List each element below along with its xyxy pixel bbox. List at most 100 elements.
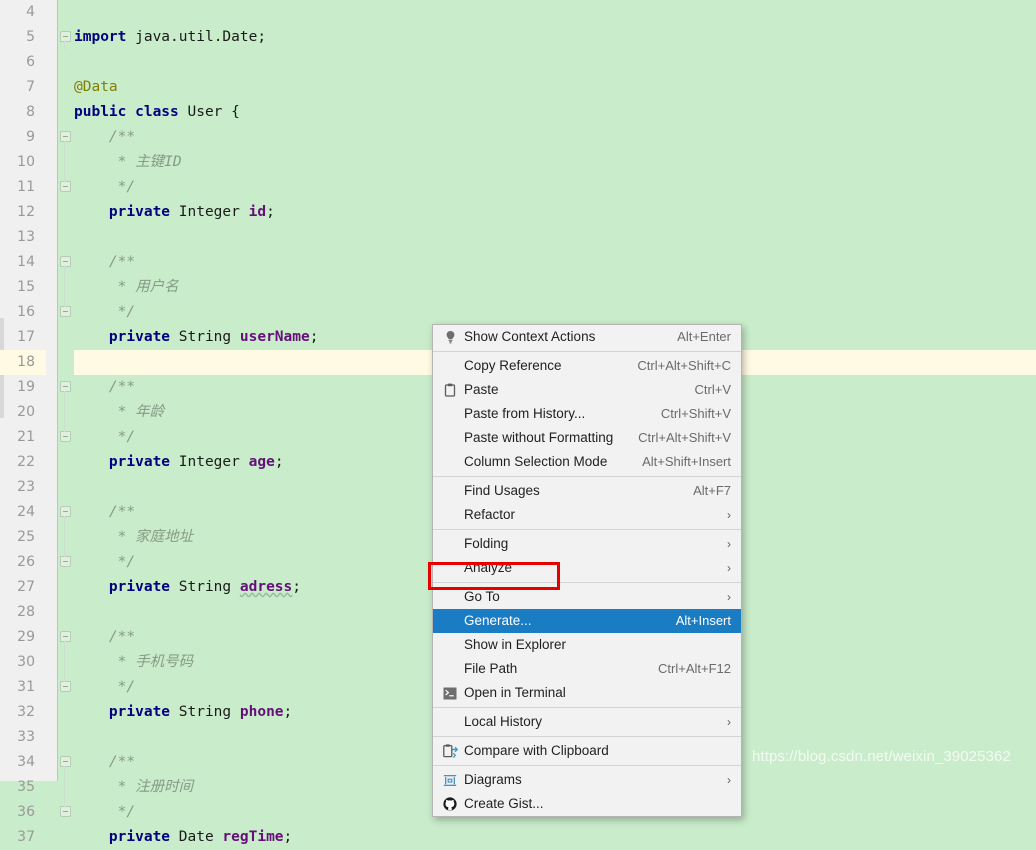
fold-guide-line[interactable]: [58, 150, 74, 175]
line-number: 20: [0, 400, 46, 425]
line-number: 34: [0, 750, 46, 775]
code-line[interactable]: 8public class User {: [0, 100, 1036, 125]
menu-item-paste[interactable]: PasteCtrl+V: [433, 378, 741, 402]
menu-item-open-in-terminal[interactable]: Open in Terminal: [433, 681, 741, 705]
fold-collapse-icon[interactable]: [58, 500, 74, 525]
menu-item-icon-empty: [441, 358, 459, 374]
fold-end-icon[interactable]: [58, 675, 74, 700]
menu-item-column-selection-mode[interactable]: Column Selection ModeAlt+Shift+Insert: [433, 450, 741, 474]
code-line[interactable]: 11 */: [0, 175, 1036, 200]
code-token: regTime: [222, 829, 283, 845]
code-token: Integer: [170, 454, 249, 470]
line-number: 32: [0, 700, 46, 725]
code-text: * 用户名: [74, 275, 1036, 300]
code-token: id: [249, 204, 266, 220]
menu-item-copy-reference[interactable]: Copy ReferenceCtrl+Alt+Shift+C: [433, 354, 741, 378]
fold-end-icon[interactable]: [58, 550, 74, 575]
code-text: private Date regTime;: [74, 825, 1036, 850]
code-line[interactable]: 14 /**: [0, 250, 1036, 275]
menu-item-label: Analyze: [464, 556, 713, 580]
code-line[interactable]: 10 * 主键ID: [0, 150, 1036, 175]
compare-clipboard-icon: [441, 743, 459, 759]
lightbulb-icon: [441, 329, 459, 345]
fold-guide-line[interactable]: [58, 400, 74, 425]
fold-guide-line[interactable]: [58, 525, 74, 550]
fold-collapse-icon[interactable]: [58, 375, 74, 400]
code-line[interactable]: 16 */: [0, 300, 1036, 325]
menu-item-generate[interactable]: Generate...Alt+Insert: [433, 609, 741, 633]
fold-collapse-icon[interactable]: [58, 625, 74, 650]
code-line[interactable]: 9 /**: [0, 125, 1036, 150]
menu-item-analyze[interactable]: Analyze›: [433, 556, 741, 580]
line-number: 37: [0, 825, 46, 850]
menu-item-go-to[interactable]: Go To›: [433, 585, 741, 609]
line-number: 8: [0, 100, 46, 125]
menu-item-icon-empty: [441, 454, 459, 470]
menu-item-create-gist[interactable]: Create Gist...: [433, 792, 741, 816]
fold-end-icon[interactable]: [58, 425, 74, 450]
code-line[interactable]: 13: [0, 225, 1036, 250]
code-token: */: [74, 804, 135, 820]
fold-guide-line[interactable]: [58, 275, 74, 300]
fold-end-icon[interactable]: [58, 175, 74, 200]
menu-separator: [433, 476, 741, 477]
code-line[interactable]: 15 * 用户名: [0, 275, 1036, 300]
fold-guide-line[interactable]: [58, 775, 74, 800]
code-token: ;: [310, 329, 319, 345]
menu-item-paste-from-history[interactable]: Paste from History...Ctrl+Shift+V: [433, 402, 741, 426]
chevron-right-icon: ›: [727, 768, 731, 792]
menu-item-find-usages[interactable]: Find UsagesAlt+F7: [433, 479, 741, 503]
menu-item-compare-with-clipboard[interactable]: Compare with Clipboard: [433, 739, 741, 763]
menu-item-diagrams[interactable]: Diagrams›: [433, 768, 741, 792]
code-token: Date: [170, 829, 222, 845]
menu-item-label: Paste without Formatting: [464, 426, 624, 450]
code-line[interactable]: 5import java.util.Date;: [0, 25, 1036, 50]
line-number: 26: [0, 550, 46, 575]
code-token: * 用户名: [74, 279, 179, 295]
fold-collapse-icon[interactable]: [58, 750, 74, 775]
code-line[interactable]: 12 private Integer id;: [0, 200, 1036, 225]
line-number: 27: [0, 575, 46, 600]
menu-item-show-context-actions[interactable]: Show Context ActionsAlt+Enter: [433, 325, 741, 349]
fold-gutter-empty: [58, 725, 74, 750]
menu-item-shortcut: Ctrl+Alt+Shift+C: [637, 354, 731, 378]
code-text: */: [74, 300, 1036, 325]
menu-item-icon-empty: [441, 714, 459, 730]
watermark-text: https://blog.csdn.net/weixin_39025362: [752, 748, 1011, 765]
menu-separator: [433, 765, 741, 766]
code-line[interactable]: 4: [0, 0, 1036, 25]
code-token: ;: [266, 204, 275, 220]
menu-item-paste-without-formatting[interactable]: Paste without FormattingCtrl+Alt+Shift+V: [433, 426, 741, 450]
editor-context-menu[interactable]: Show Context ActionsAlt+Enter Copy Refere…: [432, 324, 742, 817]
fold-end-icon[interactable]: [58, 300, 74, 325]
code-line[interactable]: 7@Data: [0, 75, 1036, 100]
code-token: */: [74, 554, 135, 570]
line-number: 6: [0, 50, 46, 75]
code-token: private: [74, 454, 170, 470]
menu-item-local-history[interactable]: Local History›: [433, 710, 741, 734]
menu-item-label: Compare with Clipboard: [464, 739, 731, 763]
fold-collapse-icon[interactable]: [58, 25, 74, 50]
fold-guide-line[interactable]: [58, 650, 74, 675]
menu-item-label: Find Usages: [464, 479, 679, 503]
menu-item-refactor[interactable]: Refactor›: [433, 503, 741, 527]
code-token: ;: [284, 704, 293, 720]
code-line[interactable]: 37 private Date regTime;: [0, 825, 1036, 850]
fold-end-icon[interactable]: [58, 800, 74, 825]
code-token: /**: [74, 254, 135, 270]
code-token: String: [170, 704, 240, 720]
fold-collapse-icon[interactable]: [58, 250, 74, 275]
fold-collapse-icon[interactable]: [58, 125, 74, 150]
menu-item-shortcut: Alt+Shift+Insert: [642, 450, 731, 474]
line-number: 36: [0, 800, 46, 825]
code-token: /**: [74, 629, 135, 645]
menu-item-folding[interactable]: Folding›: [433, 532, 741, 556]
chevron-right-icon: ›: [727, 585, 731, 609]
menu-item-file-path[interactable]: File PathCtrl+Alt+F12: [433, 657, 741, 681]
fold-gutter-empty: [58, 225, 74, 250]
code-line[interactable]: 6: [0, 50, 1036, 75]
menu-item-show-in-explorer[interactable]: Show in Explorer: [433, 633, 741, 657]
code-token: adress: [240, 579, 292, 595]
line-number: 12: [0, 200, 46, 225]
code-text: /**: [74, 250, 1036, 275]
